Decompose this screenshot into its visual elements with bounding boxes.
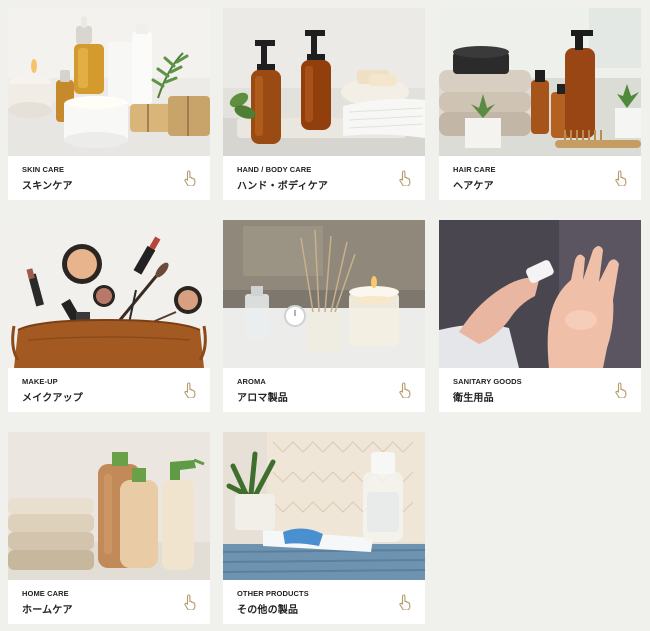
category-english-label: AROMA bbox=[237, 377, 266, 386]
hair-care-photo bbox=[439, 8, 641, 156]
card-caption: SANITARY GOODS 衛生用品 bbox=[439, 368, 641, 412]
category-card-hair-care[interactable]: HAIR CARE ヘアケア bbox=[439, 8, 641, 200]
category-card-make-up[interactable]: MAKE-UP メイクアップ bbox=[8, 220, 210, 412]
category-card-skin-care[interactable]: SKIN CARE スキンケア bbox=[8, 8, 210, 200]
card-caption: AROMA アロマ製品 bbox=[223, 368, 425, 412]
category-card-sanitary-goods[interactable]: SANITARY GOODS 衛生用品 bbox=[439, 220, 641, 412]
hand-pointer-icon[interactable] bbox=[182, 594, 198, 610]
category-japanese-label: スキンケア bbox=[22, 181, 73, 192]
category-english-label: SANITARY GOODS bbox=[453, 377, 522, 386]
other-products-photo bbox=[223, 432, 425, 580]
hand-pointer-icon[interactable] bbox=[613, 382, 629, 398]
category-japanese-label: ホームケア bbox=[22, 605, 73, 616]
skin-care-photo bbox=[8, 8, 210, 156]
card-caption: OTHER PRODUCTS その他の製品 bbox=[223, 580, 425, 624]
category-card-aroma[interactable]: AROMA アロマ製品 bbox=[223, 220, 425, 412]
card-caption: HOME CARE ホームケア bbox=[8, 580, 210, 624]
category-japanese-label: 衛生用品 bbox=[453, 393, 494, 404]
category-grid: SKIN CARE スキンケア HAND / BODY CARE ハンド・ボディ… bbox=[0, 0, 650, 631]
category-english-label: HOME CARE bbox=[22, 589, 69, 598]
hand-body-care-photo bbox=[223, 8, 425, 156]
card-caption: SKIN CARE スキンケア bbox=[8, 156, 210, 200]
category-japanese-label: その他の製品 bbox=[237, 605, 299, 616]
home-care-photo bbox=[8, 432, 210, 580]
category-english-label: OTHER PRODUCTS bbox=[237, 589, 309, 598]
category-japanese-label: ヘアケア bbox=[453, 181, 494, 192]
hand-pointer-icon[interactable] bbox=[397, 594, 413, 610]
category-english-label: SKIN CARE bbox=[22, 165, 65, 174]
category-card-home-care[interactable]: HOME CARE ホームケア bbox=[8, 432, 210, 624]
card-caption: HAIR CARE ヘアケア bbox=[439, 156, 641, 200]
sanitary-goods-photo bbox=[439, 220, 641, 368]
hand-pointer-icon[interactable] bbox=[397, 382, 413, 398]
hand-pointer-icon[interactable] bbox=[613, 170, 629, 186]
card-caption: HAND / BODY CARE ハンド・ボディケア bbox=[223, 156, 425, 200]
category-card-other-products[interactable]: OTHER PRODUCTS その他の製品 bbox=[223, 432, 425, 624]
category-japanese-label: アロマ製品 bbox=[237, 393, 288, 404]
hand-pointer-icon[interactable] bbox=[397, 170, 413, 186]
category-english-label: MAKE-UP bbox=[22, 377, 58, 386]
hand-pointer-icon[interactable] bbox=[182, 382, 198, 398]
category-card-hand-body-care[interactable]: HAND / BODY CARE ハンド・ボディケア bbox=[223, 8, 425, 200]
category-japanese-label: ハンド・ボディケア bbox=[237, 181, 329, 192]
card-caption: MAKE-UP メイクアップ bbox=[8, 368, 210, 412]
make-up-photo bbox=[8, 220, 210, 368]
category-english-label: HAND / BODY CARE bbox=[237, 165, 312, 174]
category-japanese-label: メイクアップ bbox=[22, 393, 83, 404]
aroma-photo bbox=[223, 220, 425, 368]
hand-pointer-icon[interactable] bbox=[182, 170, 198, 186]
category-english-label: HAIR CARE bbox=[453, 165, 496, 174]
